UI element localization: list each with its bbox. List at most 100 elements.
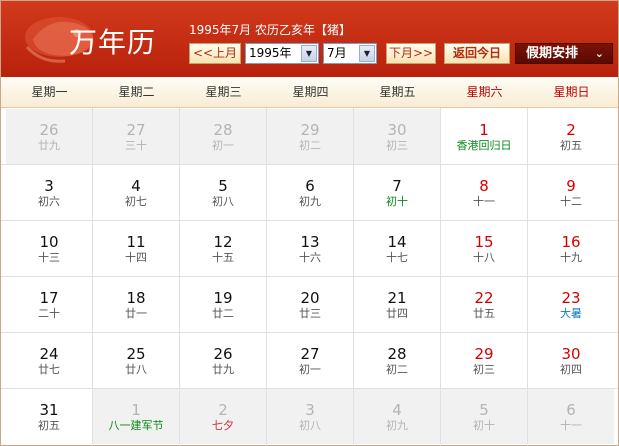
day-number: 5 (479, 401, 489, 419)
day-cell[interactable]: 22 廿五 (441, 277, 527, 332)
prev-month-button[interactable]: <<上月 (189, 43, 241, 64)
day-cell[interactable]: 4 初九 (354, 389, 440, 444)
weekday-label: 星期六 (466, 85, 503, 99)
day-cell[interactable]: 26 廿九 (180, 333, 266, 388)
day-cell[interactable]: 25 廿八 (93, 333, 179, 388)
day-number: 2 (566, 121, 576, 139)
day-number: 30 (387, 121, 407, 139)
day-number: 18 (126, 289, 146, 307)
day-cell[interactable]: 19 廿二 (180, 277, 266, 332)
day-number: 3 (44, 177, 54, 195)
lunar-date-label: 二十 (38, 307, 60, 320)
lunar-year-info: 1995年7月 农历乙亥年【猪】 (189, 23, 351, 37)
day-cell[interactable]: 14 十七 (354, 221, 440, 276)
lunar-date-label: 七夕 (212, 419, 234, 432)
day-cell[interactable]: 7 初十 (354, 165, 440, 220)
day-number: 28 (213, 121, 233, 139)
day-number: 11 (126, 233, 146, 251)
day-cell[interactable]: 29 初三 (441, 333, 527, 388)
lunar-date-label: 初四 (560, 363, 582, 376)
day-cell[interactable]: 10 十三 (6, 221, 92, 276)
day-number: 25 (126, 345, 146, 363)
day-number: 1 (131, 401, 141, 419)
day-cell[interactable]: 16 十九 (528, 221, 614, 276)
lunar-date-label: 十二 (560, 195, 582, 208)
weekday-label: 星期二 (118, 85, 155, 99)
day-cell[interactable]: 28 初一 (180, 109, 266, 164)
day-cell[interactable]: 15 十八 (441, 221, 527, 276)
chevron-down-icon[interactable]: ▼ (359, 45, 375, 62)
lunar-date-label: 廿四 (386, 307, 408, 320)
lunar-date-label: 初七 (125, 195, 147, 208)
day-cell[interactable]: 4 初七 (93, 165, 179, 220)
lunar-date-label: 三十 (125, 139, 147, 152)
year-select[interactable]: 1995年 ▼ (245, 43, 319, 64)
day-cell[interactable]: 31 初五 (6, 389, 92, 444)
month-select[interactable]: 7月 ▼ (323, 43, 377, 64)
day-number: 27 (300, 345, 320, 363)
chevron-down-icon[interactable]: ▼ (301, 45, 317, 62)
day-number: 15 (474, 233, 494, 251)
day-number: 4 (392, 401, 402, 419)
day-cell[interactable]: 28 初二 (354, 333, 440, 388)
day-cell[interactable]: 24 廿七 (6, 333, 92, 388)
day-cell[interactable]: 21 廿四 (354, 277, 440, 332)
day-cell[interactable]: 30 初四 (528, 333, 614, 388)
next-month-button[interactable]: 下月>> (386, 43, 436, 64)
day-number: 8 (479, 177, 489, 195)
day-number: 6 (305, 177, 315, 195)
holiday-schedule-label: 假期安排 (526, 46, 579, 61)
day-number: 21 (387, 289, 407, 307)
lunar-date-label: 初十 (473, 419, 495, 432)
calendar-widget: 万年历 1995年7月 农历乙亥年【猪】 <<上月 1995年 ▼ 7月 ▼ 下… (0, 0, 619, 446)
lunar-date-label: 香港回归日 (456, 139, 512, 152)
month-select-value: 7月 (327, 46, 347, 60)
lunar-date-label: 廿五 (473, 307, 495, 320)
day-cell[interactable]: 17 二十 (6, 277, 92, 332)
day-cell[interactable]: 30 初三 (354, 109, 440, 164)
day-number: 27 (126, 121, 146, 139)
day-cell[interactable]: 5 初十 (441, 389, 527, 444)
day-cell[interactable]: 26 廿九 (6, 109, 92, 164)
day-cell[interactable]: 2 七夕 (180, 389, 266, 444)
lunar-date-label: 廿七 (38, 363, 60, 376)
lunar-date-label: 初三 (473, 363, 495, 376)
day-cell[interactable]: 6 十一 (528, 389, 614, 444)
day-cell[interactable]: 1 香港回归日 (441, 109, 527, 164)
day-cell[interactable]: 3 初六 (6, 165, 92, 220)
day-cell[interactable]: 9 十二 (528, 165, 614, 220)
day-cell[interactable]: 13 十六 (267, 221, 353, 276)
day-cell[interactable]: 18 廿一 (93, 277, 179, 332)
lunar-date-label: 初八 (212, 195, 234, 208)
day-cell[interactable]: 23 大暑 (528, 277, 614, 332)
day-number: 1 (479, 121, 489, 139)
day-cell[interactable]: 2 初五 (528, 109, 614, 164)
lunar-date-label: 十八 (473, 251, 495, 264)
weekday-label: 星期日 (553, 85, 590, 99)
day-number: 22 (474, 289, 494, 307)
day-cell[interactable]: 5 初八 (180, 165, 266, 220)
day-number: 2 (218, 401, 228, 419)
day-cell[interactable]: 1 八一建军节 (93, 389, 179, 444)
lunar-date-label: 十五 (212, 251, 234, 264)
holiday-schedule-dropdown[interactable]: 假期安排 ⌄ (515, 43, 613, 64)
day-cell[interactable]: 8 十一 (441, 165, 527, 220)
lunar-date-label: 初二 (299, 139, 321, 152)
today-button[interactable]: 返回今日 (444, 43, 510, 64)
day-cell[interactable]: 11 十四 (93, 221, 179, 276)
day-number: 24 (39, 345, 59, 363)
day-cell[interactable]: 12 十五 (180, 221, 266, 276)
day-cell[interactable]: 6 初九 (267, 165, 353, 220)
lunar-date-label: 初九 (299, 195, 321, 208)
day-cell[interactable]: 27 初一 (267, 333, 353, 388)
day-cell[interactable]: 3 初八 (267, 389, 353, 444)
day-cell[interactable]: 20 廿三 (267, 277, 353, 332)
weekday-header: 星期一 星期二 星期三 星期四 星期五 星期六 星期日 (1, 77, 618, 108)
day-number: 13 (300, 233, 320, 251)
day-cell[interactable]: 27 三十 (93, 109, 179, 164)
day-number: 29 (300, 121, 320, 139)
day-cell[interactable]: 29 初二 (267, 109, 353, 164)
lunar-date-label: 廿一 (125, 307, 147, 320)
lunar-date-label: 初九 (386, 419, 408, 432)
day-number: 5 (218, 177, 228, 195)
